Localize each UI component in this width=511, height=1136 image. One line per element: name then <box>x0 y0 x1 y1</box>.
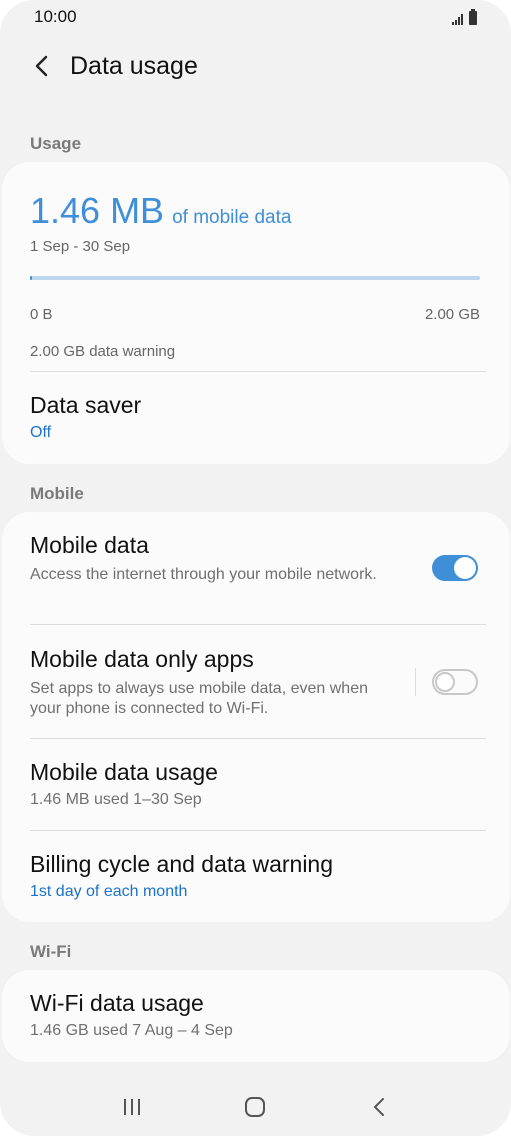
mobile-data-only-apps-title: Mobile data only apps <box>30 646 254 672</box>
status-time: 10:00 <box>34 7 77 26</box>
recent-apps-button[interactable] <box>107 1087 157 1127</box>
mobile-data-title: Mobile data <box>30 532 149 558</box>
divider <box>30 371 486 372</box>
vertical-separator <box>415 668 416 696</box>
signal-icon <box>452 13 463 25</box>
divider <box>30 830 486 831</box>
wifi-data-usage-title: Wi-Fi data usage <box>30 990 204 1016</box>
back-button[interactable] <box>22 46 62 86</box>
app-header: Data usage <box>0 44 511 88</box>
data-warning-text: 2.00 GB data warning <box>30 343 176 360</box>
battery-icon <box>469 9 477 25</box>
wifi-data-usage-description: 1.46 GB used 7 Aug – 4 Sep <box>30 1022 233 1039</box>
data-saver-item[interactable]: Data saver Off <box>30 392 486 452</box>
section-label-mobile: Mobile <box>30 484 84 503</box>
toggle-knob <box>435 672 455 692</box>
mobile-data-only-apps-description: Set apps to always use mobile data, even… <box>30 680 368 717</box>
section-label-wifi: Wi-Fi <box>30 942 72 961</box>
wifi-data-usage-item[interactable]: Wi-Fi data usage 1.46 GB used 7 Aug – 4 … <box>30 990 486 1041</box>
usage-amount-suffix: of mobile data <box>172 207 292 228</box>
home-icon <box>245 1097 266 1117</box>
page-title: Data usage <box>70 51 198 80</box>
mobile-data-item[interactable]: Mobile data Access the internet through … <box>30 532 400 585</box>
recent-apps-icon <box>123 1099 140 1115</box>
phone-screen: 10:00 Data usage Usage 1.46 MB of mobile… <box>0 0 511 1136</box>
status-icons <box>452 9 477 25</box>
usage-progress-fill <box>30 276 33 280</box>
status-bar: 10:00 <box>0 0 511 34</box>
navigation-bar <box>0 1078 511 1136</box>
divider <box>30 624 486 625</box>
usage-card: 1.46 MB of mobile data 1 Sep - 30 Sep 0 … <box>2 162 510 464</box>
mobile-card: Mobile data Access the internet through … <box>2 512 510 922</box>
usage-amount: 1.46 MB <box>30 190 165 231</box>
mobile-data-toggle[interactable] <box>432 555 478 581</box>
toggle-knob <box>454 557 476 579</box>
usage-range-min: 0 B <box>30 306 53 323</box>
wifi-card: Wi-Fi data usage 1.46 GB used 7 Aug – 4 … <box>2 970 510 1062</box>
usage-summary: 1.46 MB of mobile data <box>30 190 291 232</box>
billing-cycle-title: Billing cycle and data warning <box>30 851 334 877</box>
back-arrow-icon <box>35 55 48 77</box>
usage-range-max: 2.00 GB <box>424 306 480 323</box>
mobile-data-usage-item[interactable]: Mobile data usage 1.46 MB used 1–30 Sep <box>30 759 486 810</box>
billing-cycle-item[interactable]: Billing cycle and data warning 1st day o… <box>30 851 486 902</box>
nav-back-button[interactable] <box>354 1087 404 1127</box>
nav-back-icon <box>374 1098 385 1116</box>
data-saver-value: Off <box>30 424 52 441</box>
mobile-data-usage-description: 1.46 MB used 1–30 Sep <box>30 791 202 808</box>
section-label-usage: Usage <box>30 134 82 153</box>
divider <box>30 738 486 739</box>
mobile-data-only-apps-toggle[interactable] <box>432 669 478 695</box>
billing-cycle-value: 1st day of each month <box>30 883 188 900</box>
home-button[interactable] <box>230 1087 280 1127</box>
data-saver-title: Data saver <box>30 392 142 418</box>
mobile-data-usage-title: Mobile data usage <box>30 759 218 785</box>
mobile-data-only-apps-item[interactable]: Mobile data only apps Set apps to always… <box>30 646 400 719</box>
usage-period: 1 Sep - 30 Sep <box>30 238 131 255</box>
mobile-data-description: Access the internet through your mobile … <box>30 566 377 583</box>
usage-progress-bar <box>30 276 480 280</box>
